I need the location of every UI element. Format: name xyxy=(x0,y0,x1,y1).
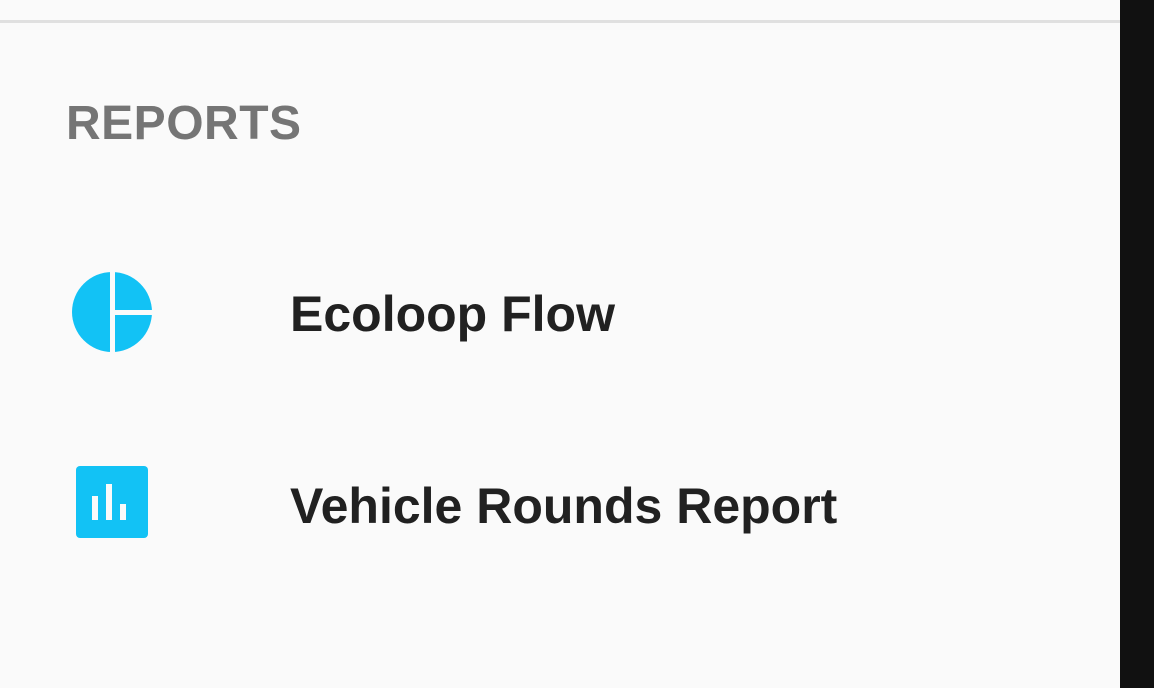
menu-item-vehicle-rounds-report[interactable]: Vehicle Rounds Report xyxy=(0,442,1120,572)
top-divider xyxy=(0,20,1120,23)
bar-chart-icon xyxy=(70,462,154,546)
menu-item-label: Vehicle Rounds Report xyxy=(290,478,838,534)
section-title-reports: REPORTS xyxy=(66,97,302,150)
menu-item-ecoloop-flow[interactable]: Ecoloop Flow xyxy=(0,250,1120,380)
screen-edge xyxy=(1120,0,1154,688)
navigation-drawer: REPORTS Ecoloop Flow Vehicle Rounds Repo… xyxy=(0,0,1120,688)
pie-chart-icon xyxy=(70,270,154,354)
drawer-top-area xyxy=(0,0,1120,20)
menu-item-label: Ecoloop Flow xyxy=(290,286,615,342)
